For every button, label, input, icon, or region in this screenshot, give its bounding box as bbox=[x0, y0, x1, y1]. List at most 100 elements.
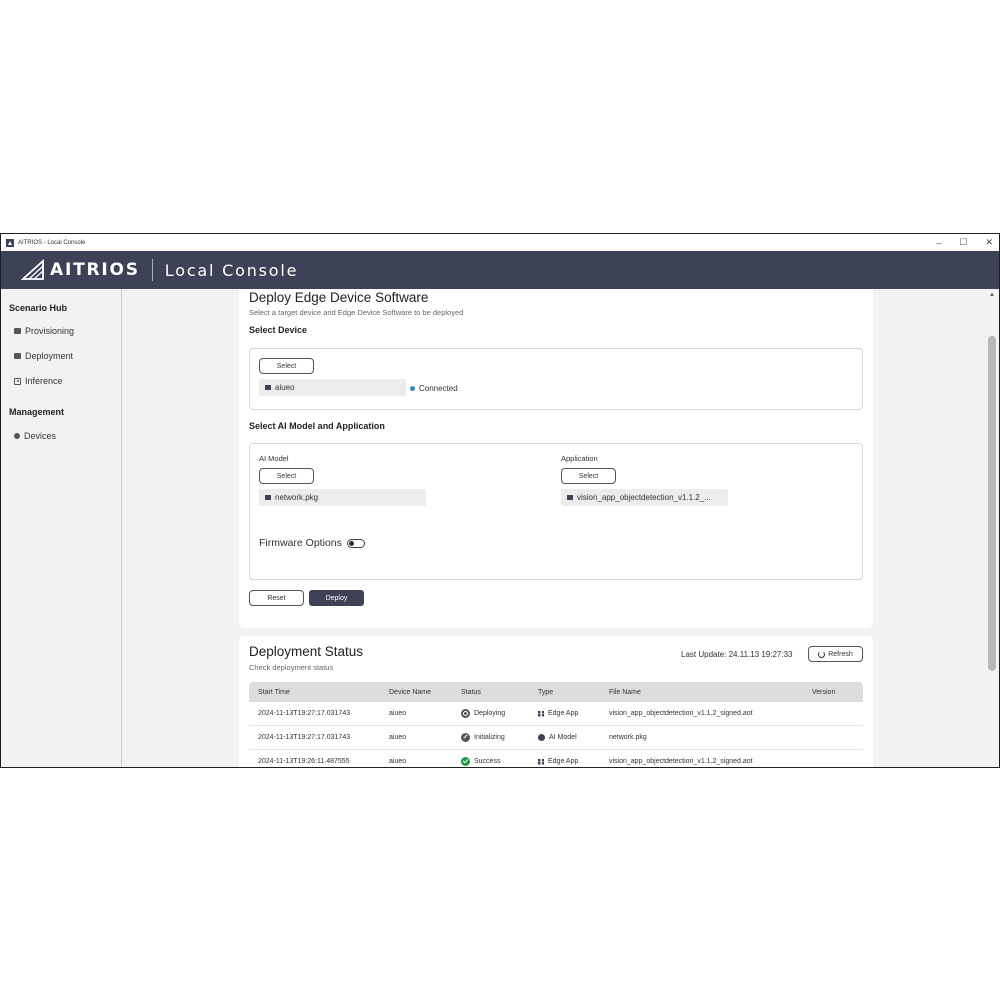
minimize-button[interactable]: – bbox=[936, 238, 941, 248]
model-icon bbox=[538, 734, 545, 741]
cell-start-time: 2024-11-13T19:27:17.031743 bbox=[258, 710, 351, 717]
status-label: Initializing bbox=[474, 734, 505, 741]
file-icon bbox=[567, 495, 573, 500]
application-field: vision_app_objectdetection_v1.1.2_... bbox=[561, 489, 728, 506]
cell-device-name: aiueo bbox=[389, 710, 407, 717]
select-device-heading: Select Device bbox=[249, 325, 308, 335]
main-content: Deploy Edge Device Software Select a tar… bbox=[123, 289, 987, 767]
brand-name: AITRIOS bbox=[50, 260, 140, 280]
gear-icon bbox=[14, 433, 20, 439]
grid-icon bbox=[538, 710, 544, 717]
column-type: Type bbox=[538, 688, 554, 696]
type-label: Edge App bbox=[548, 710, 579, 717]
sidebar-item-devices[interactable]: Devices bbox=[14, 429, 56, 443]
deploy-card: Deploy Edge Device Software Select a tar… bbox=[239, 289, 873, 628]
cell-file-name: vision_app_objectdetection_v1.1.2_signed… bbox=[609, 758, 753, 765]
maximize-button[interactable]: ☐ bbox=[959, 237, 967, 248]
sidebar-item-label: Deployment bbox=[25, 351, 74, 361]
cell-start-time: 2024-11-13T19:26:11.487555 bbox=[258, 758, 350, 765]
deploy-subtitle: Select a target device and Edge Device S… bbox=[249, 308, 464, 317]
select-application-button[interactable]: Select bbox=[561, 468, 616, 484]
cell-status: Success bbox=[461, 757, 538, 766]
column-file-name: File Name bbox=[609, 688, 641, 696]
scrollbar-thumb[interactable] bbox=[988, 336, 996, 671]
status-dot-icon bbox=[410, 386, 415, 391]
target-icon bbox=[14, 377, 21, 385]
sidebar-item-label: Devices bbox=[24, 431, 57, 441]
device-value: aiueo bbox=[275, 383, 295, 392]
sidebar-section-scenario-hub: Scenario Hub bbox=[9, 303, 68, 313]
status-label: Deploying bbox=[474, 710, 506, 717]
app-window: AITRIOS - Local Console – ☐ ✕ AITRIOS Lo… bbox=[0, 233, 1000, 768]
select-device-button[interactable]: Select bbox=[259, 358, 314, 374]
select-ai-model-button[interactable]: Select bbox=[259, 468, 314, 484]
sidebar-item-inference[interactable]: Inference bbox=[14, 374, 63, 388]
cell-type: Edge App bbox=[538, 758, 609, 765]
refresh-button[interactable]: Refresh bbox=[808, 646, 863, 662]
header-divider bbox=[151, 259, 153, 281]
column-status: Status bbox=[461, 688, 481, 696]
sidebar: Scenario Hub Provisioning Deployment Inf… bbox=[1, 289, 122, 767]
status-subtitle: Check deployment status bbox=[249, 663, 334, 672]
application-value: vision_app_objectdetection_v1.1.2_... bbox=[577, 493, 711, 502]
cell-file-name: vision_app_objectdetection_v1.1.2_signed… bbox=[609, 710, 753, 717]
firmware-options: Firmware Options bbox=[259, 537, 365, 549]
sidebar-item-deployment[interactable]: Deployment bbox=[14, 349, 73, 363]
connection-status: Connected bbox=[410, 384, 458, 393]
cell-type: AI Model bbox=[538, 734, 609, 741]
cell-device-name: aiueo bbox=[389, 758, 407, 765]
table-row: 2024-11-13T19:27:17.031743 aiueo Initial… bbox=[249, 726, 863, 750]
deploying-icon bbox=[461, 709, 470, 718]
card-icon bbox=[14, 353, 21, 359]
window-controls: – ☐ ✕ bbox=[936, 234, 993, 251]
cell-type: Edge App bbox=[538, 710, 609, 717]
table-row: 2024-11-13T19:27:17.031743 aiueo Deployi… bbox=[249, 702, 863, 726]
app-logo-icon bbox=[6, 238, 14, 247]
cell-status: Initializing bbox=[461, 733, 538, 742]
model-app-box: AI Model Select network.pkg Application … bbox=[249, 443, 863, 580]
vertical-scrollbar[interactable]: ▲ bbox=[985, 289, 999, 767]
app-header: AITRIOS Local Console bbox=[1, 251, 999, 289]
aitrios-logo-icon bbox=[21, 259, 44, 280]
initializing-icon bbox=[461, 733, 470, 742]
table-header: Start Time Device Name Status Type File … bbox=[249, 682, 863, 702]
reset-button[interactable]: Reset bbox=[249, 590, 304, 606]
file-icon bbox=[265, 495, 271, 500]
ai-model-value: network.pkg bbox=[275, 493, 319, 502]
model-app-heading: Select AI Model and Application bbox=[249, 421, 385, 431]
type-label: Edge App bbox=[548, 758, 579, 765]
window-title: AITRIOS - Local Console bbox=[18, 239, 86, 246]
column-version: Version bbox=[812, 688, 836, 696]
sidebar-item-label: Provisioning bbox=[25, 326, 75, 336]
sidebar-section-management: Management bbox=[9, 407, 65, 417]
deploy-button[interactable]: Deploy bbox=[309, 590, 364, 606]
close-button[interactable]: ✕ bbox=[985, 237, 993, 248]
title-bar: AITRIOS - Local Console – ☐ ✕ bbox=[1, 234, 999, 251]
column-start-time: Start Time bbox=[258, 688, 290, 696]
sidebar-item-provisioning[interactable]: Provisioning bbox=[14, 324, 74, 338]
application-label: Application bbox=[561, 454, 598, 463]
card-icon bbox=[14, 328, 21, 334]
deployment-status-table: Start Time Device Name Status Type File … bbox=[249, 682, 863, 767]
scroll-up-arrow-icon[interactable]: ▲ bbox=[989, 292, 995, 298]
grid-icon bbox=[538, 758, 544, 765]
sidebar-item-label: Inference bbox=[25, 376, 63, 386]
refresh-icon bbox=[818, 650, 826, 658]
cell-start-time: 2024-11-13T19:27:17.031743 bbox=[258, 734, 351, 741]
type-label: AI Model bbox=[549, 734, 577, 741]
last-update: Last Update: 24.11.13 19:27:33 bbox=[681, 650, 793, 659]
success-icon bbox=[461, 757, 470, 766]
select-device-box: Select aiueo Connected bbox=[249, 348, 863, 410]
product-name: Local Console bbox=[164, 260, 299, 280]
connection-status-label: Connected bbox=[419, 384, 458, 393]
cell-file-name: network.pkg bbox=[609, 734, 647, 741]
device-icon bbox=[265, 385, 271, 390]
deploy-title: Deploy Edge Device Software bbox=[249, 290, 429, 305]
status-title: Deployment Status bbox=[249, 644, 364, 659]
ai-model-label: AI Model bbox=[259, 454, 289, 463]
device-field: aiueo bbox=[259, 379, 406, 396]
cell-device-name: aiueo bbox=[389, 734, 407, 741]
firmware-options-label: Firmware Options bbox=[259, 537, 342, 549]
firmware-options-toggle[interactable] bbox=[346, 538, 365, 548]
column-device-name: Device Name bbox=[389, 688, 432, 696]
